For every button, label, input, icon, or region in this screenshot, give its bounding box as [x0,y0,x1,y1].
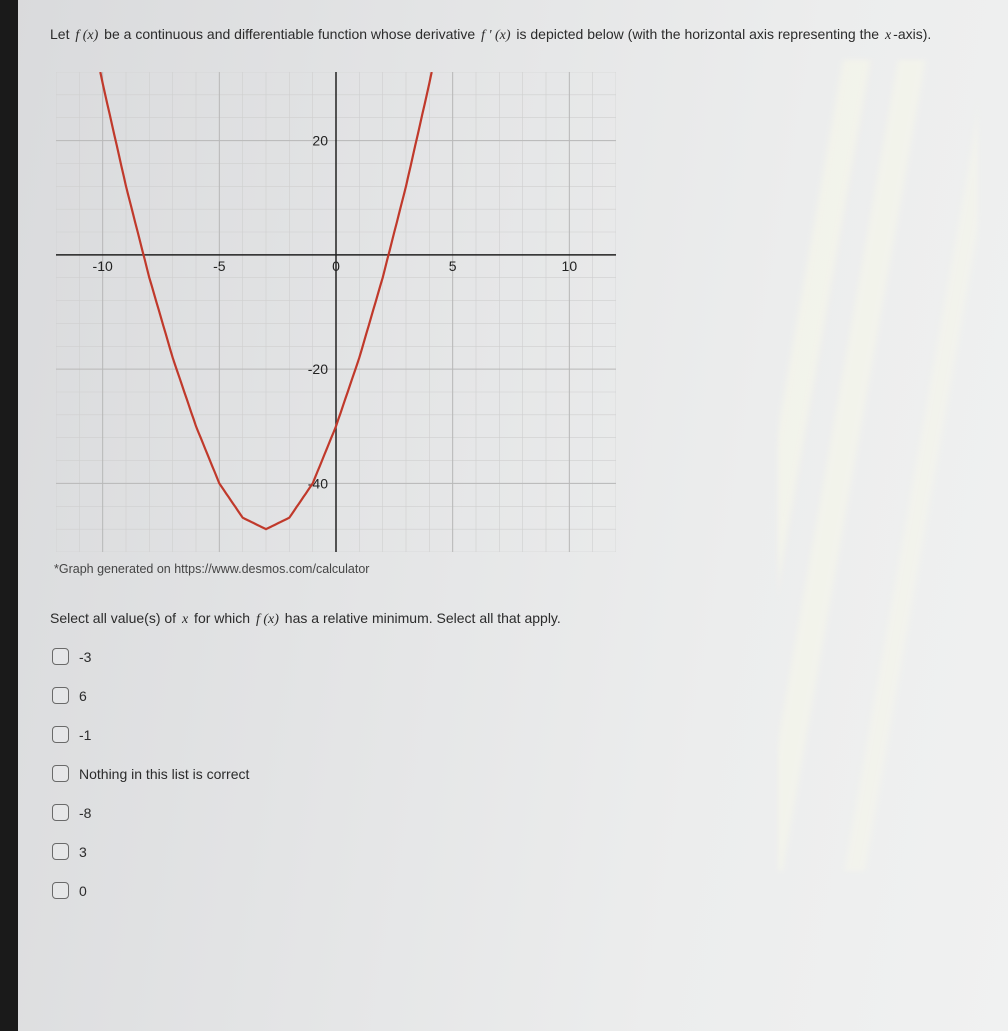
graph-caption: *Graph generated on https://www.desmos.c… [54,562,968,576]
q-text-2: be a continuous and differentiable funct… [100,26,479,42]
option-checkbox[interactable] [52,687,69,704]
option-row[interactable]: -8 [52,804,968,821]
option-label[interactable]: -3 [79,649,91,665]
svg-text:20: 20 [312,133,328,149]
option-checkbox[interactable] [52,648,69,665]
svg-text:-5: -5 [213,258,226,274]
q-text-4: -axis). [893,26,931,42]
option-checkbox[interactable] [52,882,69,899]
instr-math-x: x [180,612,190,627]
option-row[interactable]: -1 [52,726,968,743]
answer-instruction: Select all value(s) of x for which f (x)… [50,610,968,628]
q-math-fpx: f ' (x) [479,28,512,43]
derivative-graph: -10 -5 0 5 10 -40 -20 20 [56,72,968,552]
option-row[interactable]: Nothing in this list is correct [52,765,968,782]
q-text-3: is depicted below (with the horizontal a… [513,26,883,42]
option-label[interactable]: -1 [79,727,91,743]
option-label[interactable]: -8 [79,805,91,821]
svg-text:-20: -20 [308,361,328,377]
chart-svg: -10 -5 0 5 10 -40 -20 20 [56,72,616,552]
svg-text:-40: -40 [308,475,328,491]
option-label[interactable]: 0 [79,883,87,899]
option-row[interactable]: 3 [52,843,968,860]
instr-text-2: for which [190,610,254,626]
svg-text:-10: -10 [93,258,113,274]
svg-text:5: 5 [449,258,457,274]
svg-text:0: 0 [332,258,340,274]
instr-text-3: has a relative minimum. Select all that … [281,610,561,626]
option-checkbox[interactable] [52,804,69,821]
option-checkbox[interactable] [52,726,69,743]
option-checkbox[interactable] [52,843,69,860]
option-label[interactable]: Nothing in this list is correct [79,766,249,782]
option-row[interactable]: -3 [52,648,968,665]
q-math-fx: f (x) [73,28,100,43]
option-label[interactable]: 3 [79,844,87,860]
instr-math-fx: f (x) [254,612,281,627]
screen-left-bezel [0,0,18,1031]
option-label[interactable]: 6 [79,688,87,704]
instr-text-1: Select all value(s) of [50,610,180,626]
q-text-1: Let [50,26,73,42]
option-row[interactable]: 6 [52,687,968,704]
svg-text:10: 10 [562,258,578,274]
option-row[interactable]: 0 [52,882,968,899]
answer-options: -3 6 -1 Nothing in this list is correct -8 3 0 [52,648,968,899]
q-math-x: x [883,28,893,43]
question-prompt: Let f (x) be a continuous and differenti… [50,24,968,46]
option-checkbox[interactable] [52,765,69,782]
